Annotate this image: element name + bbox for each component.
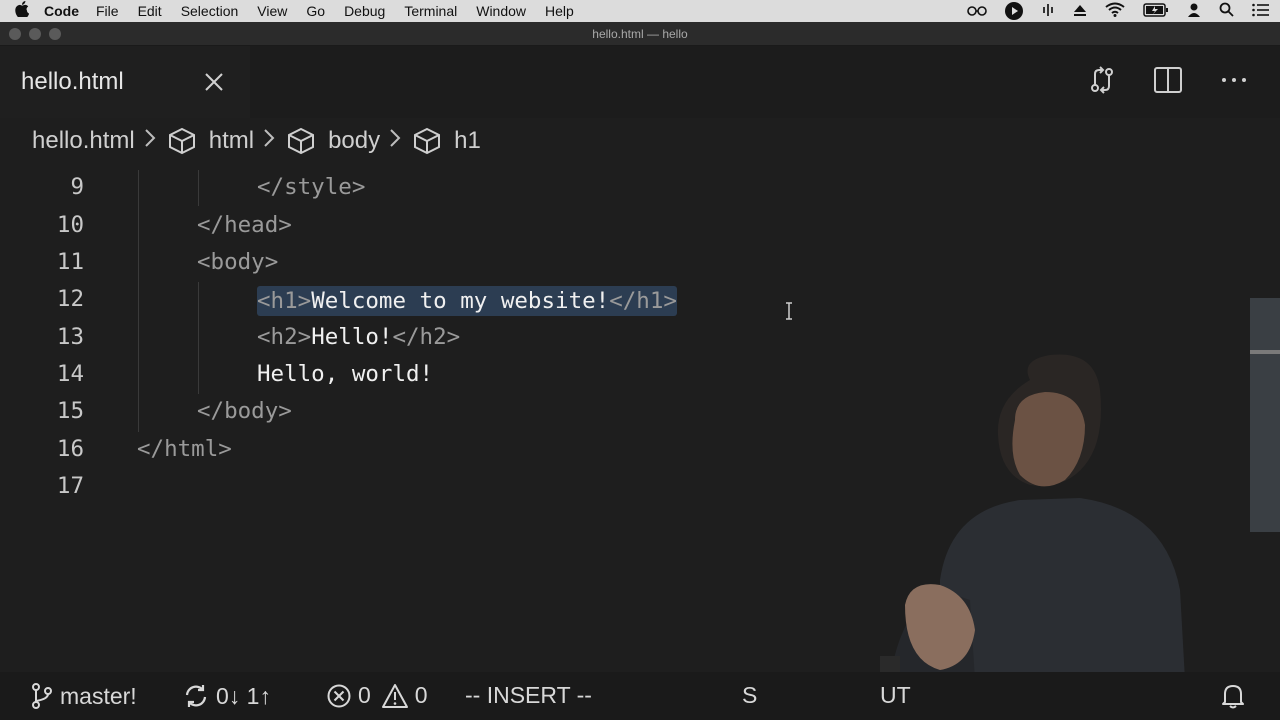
- editor-tab-bar: hello.html: [0, 46, 1280, 118]
- code-text: </head>: [197, 212, 292, 238]
- line-number: 10: [56, 212, 84, 238]
- code-text: </body>: [197, 398, 292, 424]
- status-bar: master! 0↓ 1↑ 0 0 -- INSERT -- S UT: [0, 672, 1280, 720]
- code-line-selected: 12 <h1>Welcome to my website!</h1>: [0, 286, 1250, 323]
- notifications-bell-icon[interactable]: [1220, 682, 1252, 710]
- menu-code[interactable]: Code: [44, 3, 90, 19]
- menu-help[interactable]: Help: [545, 3, 585, 19]
- git-branch-label: master!: [60, 682, 137, 709]
- code-tag-open: <h2>: [257, 324, 312, 350]
- code-text: </html>: [137, 436, 232, 462]
- code-content: <h2>Hello!</h2>: [257, 324, 460, 350]
- code-text: </style>: [257, 174, 366, 200]
- menu-go[interactable]: Go: [306, 3, 336, 19]
- wifi-icon[interactable]: [1105, 2, 1125, 20]
- menu-edit[interactable]: Edit: [138, 3, 173, 19]
- code-line: 9 </style>: [0, 174, 1250, 211]
- user-icon[interactable]: [1187, 2, 1201, 21]
- glasses-icon[interactable]: [967, 3, 987, 19]
- menu-view[interactable]: View: [257, 3, 298, 19]
- scrollbar-cursor-marker: [1250, 350, 1280, 354]
- line-number: 14: [56, 361, 84, 387]
- breadcrumb: hello.html html body h1: [32, 124, 481, 158]
- more-actions-icon[interactable]: [1218, 64, 1250, 96]
- chevron-right-icon: [143, 127, 157, 155]
- vim-mode-indicator: -- INSERT --: [465, 682, 592, 708]
- code-tag-close: </h1>: [609, 288, 677, 314]
- status-item-partial[interactable]: S: [742, 682, 757, 709]
- text-cursor-icon: [786, 302, 792, 320]
- problems-status[interactable]: 0 0: [326, 682, 428, 709]
- git-sync-label: 0↓ 1↑: [216, 682, 271, 709]
- play-circle-icon[interactable]: [1005, 2, 1023, 20]
- code-line: 10 </head>: [0, 212, 1250, 249]
- presenter-video-overlay: [880, 354, 1185, 680]
- menu-file[interactable]: File: [96, 3, 130, 19]
- window-titlebar: hello.html — hello: [0, 22, 1280, 46]
- code-text: <body>: [197, 249, 279, 275]
- line-number: 12: [56, 286, 84, 312]
- split-editor-icon[interactable]: [1152, 64, 1184, 96]
- code-text: Welcome to my website!: [311, 288, 610, 314]
- code-text: Hello!: [311, 324, 393, 350]
- breadcrumb-item-h1[interactable]: h1: [454, 127, 481, 155]
- chevron-right-icon: [388, 127, 402, 155]
- line-number: 13: [56, 324, 84, 350]
- symbol-element-icon: [286, 126, 316, 156]
- line-number: 16: [56, 436, 84, 462]
- menu-selection[interactable]: Selection: [181, 3, 250, 19]
- spotlight-search-icon[interactable]: [1219, 2, 1234, 20]
- line-number: 11: [56, 249, 84, 275]
- notification-center-icon[interactable]: [1252, 3, 1270, 20]
- symbol-element-icon: [167, 126, 197, 156]
- breadcrumb-file[interactable]: hello.html: [32, 127, 135, 155]
- code-tag-open: <h1>: [257, 288, 312, 314]
- tab-label: hello.html: [21, 68, 124, 95]
- vertical-scrollbar[interactable]: [1250, 298, 1280, 532]
- warning-count: 0: [414, 682, 428, 708]
- mac-menubar: Code File Edit Selection View Go Debug T…: [0, 0, 1280, 22]
- breadcrumb-item-body[interactable]: body: [328, 127, 380, 155]
- breadcrumb-item-html[interactable]: html: [209, 127, 254, 155]
- window-title: hello.html — hello: [592, 27, 688, 41]
- line-number: 15: [56, 398, 84, 424]
- line-number: 17: [56, 473, 84, 499]
- code-line: 11 <body>: [0, 249, 1250, 286]
- eject-icon[interactable]: [1073, 3, 1087, 20]
- git-sync-status[interactable]: 0↓ 1↑: [182, 682, 271, 710]
- open-changes-icon[interactable]: [1086, 64, 1118, 96]
- battery-icon[interactable]: [1143, 2, 1169, 20]
- menu-terminal[interactable]: Terminal: [404, 3, 468, 19]
- error-count: 0: [358, 682, 371, 708]
- menu-window[interactable]: Window: [476, 3, 537, 19]
- git-branch-status[interactable]: master!: [30, 682, 137, 710]
- chevron-right-icon: [262, 127, 276, 155]
- audio-icon[interactable]: [1041, 2, 1055, 21]
- editor-tab-hello-html[interactable]: hello.html: [0, 46, 250, 118]
- editor-actions: [1086, 64, 1250, 96]
- line-number: 9: [70, 174, 84, 200]
- symbol-element-icon: [412, 126, 442, 156]
- status-item-partial[interactable]: UT: [880, 682, 911, 709]
- close-icon[interactable]: [200, 68, 228, 96]
- menu-debug[interactable]: Debug: [344, 3, 396, 19]
- code-text: Hello, world!: [257, 361, 434, 387]
- apple-menu-icon[interactable]: [0, 1, 44, 21]
- menubar-status-area: [967, 0, 1270, 22]
- code-tag-close: </h2>: [392, 324, 461, 350]
- selected-code: <h1>Welcome to my website!</h1>: [257, 286, 677, 316]
